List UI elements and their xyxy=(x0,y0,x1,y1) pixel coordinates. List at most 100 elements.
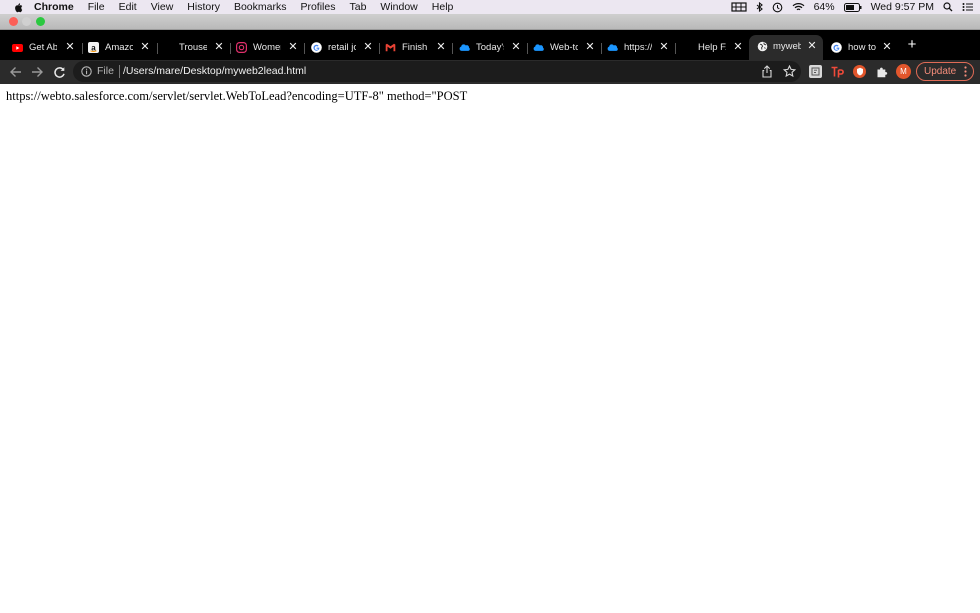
back-arrow-icon[interactable] xyxy=(7,64,23,80)
salesforce-icon xyxy=(607,42,618,53)
tab-separator xyxy=(230,43,231,54)
window-title-strip xyxy=(0,14,980,30)
globe-icon xyxy=(757,41,768,52)
close-window-button[interactable] xyxy=(9,17,18,26)
close-tab-icon[interactable]: ✕ xyxy=(511,41,521,53)
close-tab-icon[interactable]: ✕ xyxy=(140,41,150,53)
tab-title: Get Abs xyxy=(29,42,57,53)
tab-web-to[interactable]: Web-to ✕ xyxy=(533,38,602,60)
time-machine-icon[interactable] xyxy=(772,2,783,13)
salesforce-icon xyxy=(459,42,470,53)
close-tab-icon[interactable]: ✕ xyxy=(363,41,373,53)
tab-title: Help FAQ xyxy=(698,42,726,53)
url-scheme-label: File xyxy=(97,65,114,77)
tab-strip: Get Abs ✕ a Amazon ✕ Trousers ✕ Women ✕ … xyxy=(0,30,980,60)
menu-file[interactable]: File xyxy=(88,1,105,13)
tab-title: myweb2 xyxy=(773,41,801,52)
tab-separator xyxy=(452,43,453,54)
reload-icon[interactable] xyxy=(51,64,67,80)
close-tab-icon[interactable]: ✕ xyxy=(288,41,298,53)
tab-myweb2-active[interactable]: myweb2 ✕ xyxy=(749,35,823,60)
macos-menu-bar: Chrome File Edit View History Bookmarks … xyxy=(0,0,980,14)
profile-avatar[interactable]: M xyxy=(896,64,911,79)
close-tab-icon[interactable]: ✕ xyxy=(733,41,743,53)
tab-https[interactable]: https:// ✕ xyxy=(607,38,676,60)
tab-separator xyxy=(157,43,158,54)
tab-how-to[interactable]: how to ✕ xyxy=(831,38,895,60)
close-tab-icon[interactable]: ✕ xyxy=(807,40,817,52)
menu-extra-icon[interactable] xyxy=(730,2,747,12)
spotlight-icon[interactable] xyxy=(943,2,953,12)
google-icon xyxy=(311,42,322,53)
close-tab-icon[interactable]: ✕ xyxy=(585,41,595,53)
tab-separator xyxy=(82,43,83,54)
close-tab-icon[interactable]: ✕ xyxy=(214,41,224,53)
bookmark-star-icon[interactable] xyxy=(782,64,797,78)
tab-title: Trousers xyxy=(179,42,207,53)
tab-separator xyxy=(304,43,305,54)
menu-edit[interactable]: Edit xyxy=(119,1,137,13)
tp-extension-icon[interactable] xyxy=(831,65,844,78)
tab-amazon[interactable]: a Amazon ✕ xyxy=(88,38,158,60)
battery-icon[interactable] xyxy=(843,2,862,12)
tab-todays[interactable]: Today's ✕ xyxy=(459,38,528,60)
tab-women[interactable]: Women ✕ xyxy=(236,38,305,60)
menu-bookmarks[interactable]: Bookmarks xyxy=(234,1,287,13)
minimize-window-button[interactable] xyxy=(22,17,31,26)
tab-title: retail jobs xyxy=(328,42,356,53)
menu-profiles[interactable]: Profiles xyxy=(300,1,335,13)
apple-icon[interactable] xyxy=(11,2,25,13)
instagram-icon xyxy=(236,42,247,53)
salesforce-icon xyxy=(533,42,544,53)
tab-separator xyxy=(527,43,528,54)
update-button[interactable]: Update xyxy=(916,62,974,81)
menu-history[interactable]: History xyxy=(187,1,220,13)
more-vertical-icon[interactable] xyxy=(964,63,967,83)
wifi-icon[interactable] xyxy=(792,2,805,12)
tab-finish[interactable]: Finish r ✕ xyxy=(385,38,453,60)
new-tab-button[interactable]: + xyxy=(905,37,919,52)
browser-toolbar: File /Users/mare/Desktop/myweb2lead.html… xyxy=(0,60,980,84)
menu-view[interactable]: View xyxy=(151,1,174,13)
address-bar[interactable]: File /Users/mare/Desktop/myweb2lead.html xyxy=(73,61,801,82)
tab-get-abs[interactable]: Get Abs ✕ xyxy=(12,38,83,60)
tab-title: Amazon xyxy=(105,42,133,53)
tab-help-faq[interactable]: Help FAQ ✕ xyxy=(681,38,745,60)
tab-title: how to xyxy=(848,42,876,53)
battery-percent: 64% xyxy=(813,1,835,13)
url-text[interactable]: /Users/mare/Desktop/myweb2lead.html xyxy=(123,65,306,77)
puzzle-icon[interactable] xyxy=(875,65,888,78)
shield-extension-icon[interactable] xyxy=(853,65,866,78)
tab-separator xyxy=(601,43,602,54)
close-tab-icon[interactable]: ✕ xyxy=(436,41,446,53)
youtube-icon xyxy=(12,42,23,53)
tab-title: Women xyxy=(253,42,281,53)
control-center-icon[interactable] xyxy=(962,2,974,12)
gmail-icon xyxy=(385,42,396,53)
menu-app-name[interactable]: Chrome xyxy=(34,1,74,13)
menubar-status-area: 64% Wed 9:57 PM xyxy=(730,0,974,14)
tab-retail-jobs[interactable]: retail jobs ✕ xyxy=(311,38,380,60)
menu-help[interactable]: Help xyxy=(432,1,454,13)
info-icon[interactable] xyxy=(81,66,92,77)
url-divider xyxy=(119,65,120,78)
update-label: Update xyxy=(924,66,957,77)
menubar-clock[interactable]: Wed 9:57 PM xyxy=(871,1,934,13)
forward-arrow-icon[interactable] xyxy=(29,64,45,80)
zoom-window-button[interactable] xyxy=(36,17,45,26)
tab-separator xyxy=(379,43,380,54)
bluetooth-icon[interactable] xyxy=(756,1,763,13)
amazon-icon: a xyxy=(88,42,99,53)
menu-tab[interactable]: Tab xyxy=(349,1,366,13)
menu-window[interactable]: Window xyxy=(380,1,417,13)
tab-title: Finish r xyxy=(402,42,430,53)
share-icon[interactable] xyxy=(761,65,773,78)
extension-square-icon[interactable] xyxy=(809,65,822,78)
tab-title: https:// xyxy=(624,42,652,53)
tab-separator xyxy=(675,43,676,54)
tab-trousers[interactable]: Trousers ✕ xyxy=(162,38,231,60)
close-tab-icon[interactable]: ✕ xyxy=(882,41,892,53)
close-tab-icon[interactable]: ✕ xyxy=(65,41,75,53)
close-tab-icon[interactable]: ✕ xyxy=(659,41,669,53)
tab-title: Web-to xyxy=(550,42,578,53)
